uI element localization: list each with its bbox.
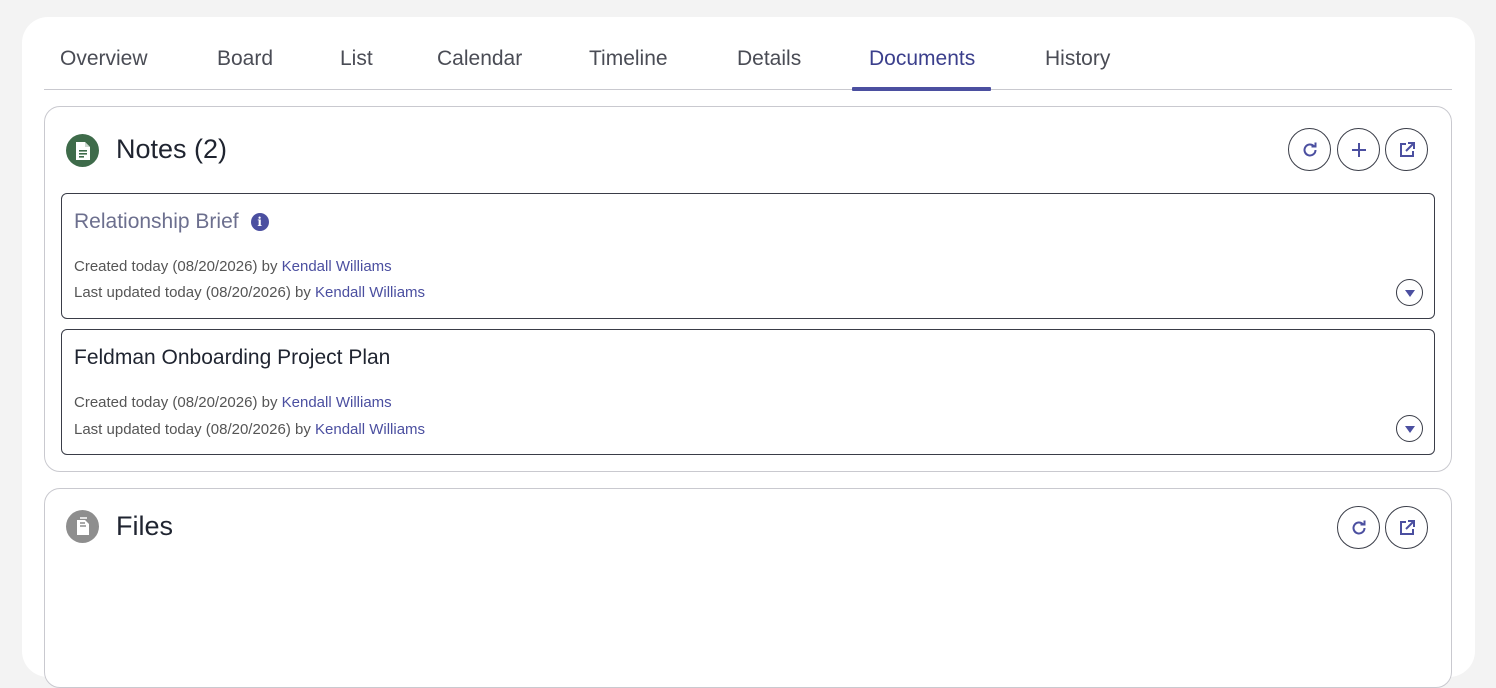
note-document-icon	[66, 134, 99, 167]
tab-timeline[interactable]: Timeline	[589, 47, 668, 90]
notes-panel: Notes (2) Relationship Brief i Created t…	[44, 106, 1452, 472]
files-panel: Files	[44, 488, 1452, 688]
main-card: Overview Board List Calendar Timeline De…	[22, 17, 1475, 688]
chevron-down-icon	[1404, 289, 1415, 297]
note-title-text: Relationship Brief	[74, 210, 239, 233]
updated-by-link[interactable]: Kendall Williams	[315, 421, 425, 438]
open-files-external-button[interactable]	[1385, 506, 1428, 549]
note-item[interactable]: Feldman Onboarding Project Plan Created …	[61, 329, 1435, 455]
files-title: Files	[116, 511, 174, 541]
note-title-text: Feldman Onboarding Project Plan	[74, 346, 391, 369]
created-text: Created today (08/20/2026) by	[74, 258, 278, 275]
files-copy-icon	[66, 510, 99, 543]
updated-text: Last updated today (08/20/2026) by	[74, 421, 311, 438]
note-updated: Last updated today (08/20/2026) by Kenda…	[74, 284, 425, 301]
add-icon	[1351, 142, 1366, 157]
created-text: Created today (08/20/2026) by	[74, 394, 278, 411]
tab-overview[interactable]: Overview	[60, 47, 148, 90]
note-created: Created today (08/20/2026) by Kendall Wi…	[74, 258, 392, 275]
chevron-down-icon	[1404, 425, 1415, 433]
expand-note-button[interactable]	[1396, 415, 1423, 442]
tab-history[interactable]: History	[1045, 47, 1110, 90]
open-external-icon	[1399, 141, 1415, 157]
open-notes-external-button[interactable]	[1385, 128, 1428, 171]
updated-by-link[interactable]: Kendall Williams	[315, 284, 425, 301]
info-icon[interactable]: i	[250, 213, 269, 231]
tab-details[interactable]: Details	[737, 47, 801, 90]
expand-note-button[interactable]	[1396, 279, 1423, 306]
refresh-icon	[1303, 142, 1316, 156]
refresh-files-button[interactable]	[1337, 506, 1380, 549]
created-by-link[interactable]: Kendall Williams	[282, 394, 392, 411]
tab-documents[interactable]: Documents	[851, 47, 992, 91]
note-updated: Last updated today (08/20/2026) by Kenda…	[74, 421, 425, 438]
notes-title: Notes (2)	[116, 134, 228, 164]
tab-bar: Overview Board List Calendar Timeline De…	[44, 17, 1452, 91]
note-created: Created today (08/20/2026) by Kendall Wi…	[74, 394, 392, 411]
refresh-notes-button[interactable]	[1288, 128, 1331, 171]
note-title[interactable]: Feldman Onboarding Project Plan	[74, 346, 390, 370]
tab-calendar[interactable]: Calendar	[437, 47, 522, 90]
tab-list[interactable]: List	[340, 47, 373, 90]
note-title[interactable]: Relationship Brief i	[74, 210, 269, 234]
created-by-link[interactable]: Kendall Williams	[282, 258, 392, 275]
open-external-icon	[1399, 519, 1415, 535]
tab-board[interactable]: Board	[217, 47, 273, 90]
add-note-button[interactable]	[1337, 128, 1380, 171]
refresh-icon	[1352, 520, 1365, 534]
updated-text: Last updated today (08/20/2026) by	[74, 284, 311, 301]
note-item[interactable]: Relationship Brief i Created today (08/20…	[61, 193, 1435, 319]
